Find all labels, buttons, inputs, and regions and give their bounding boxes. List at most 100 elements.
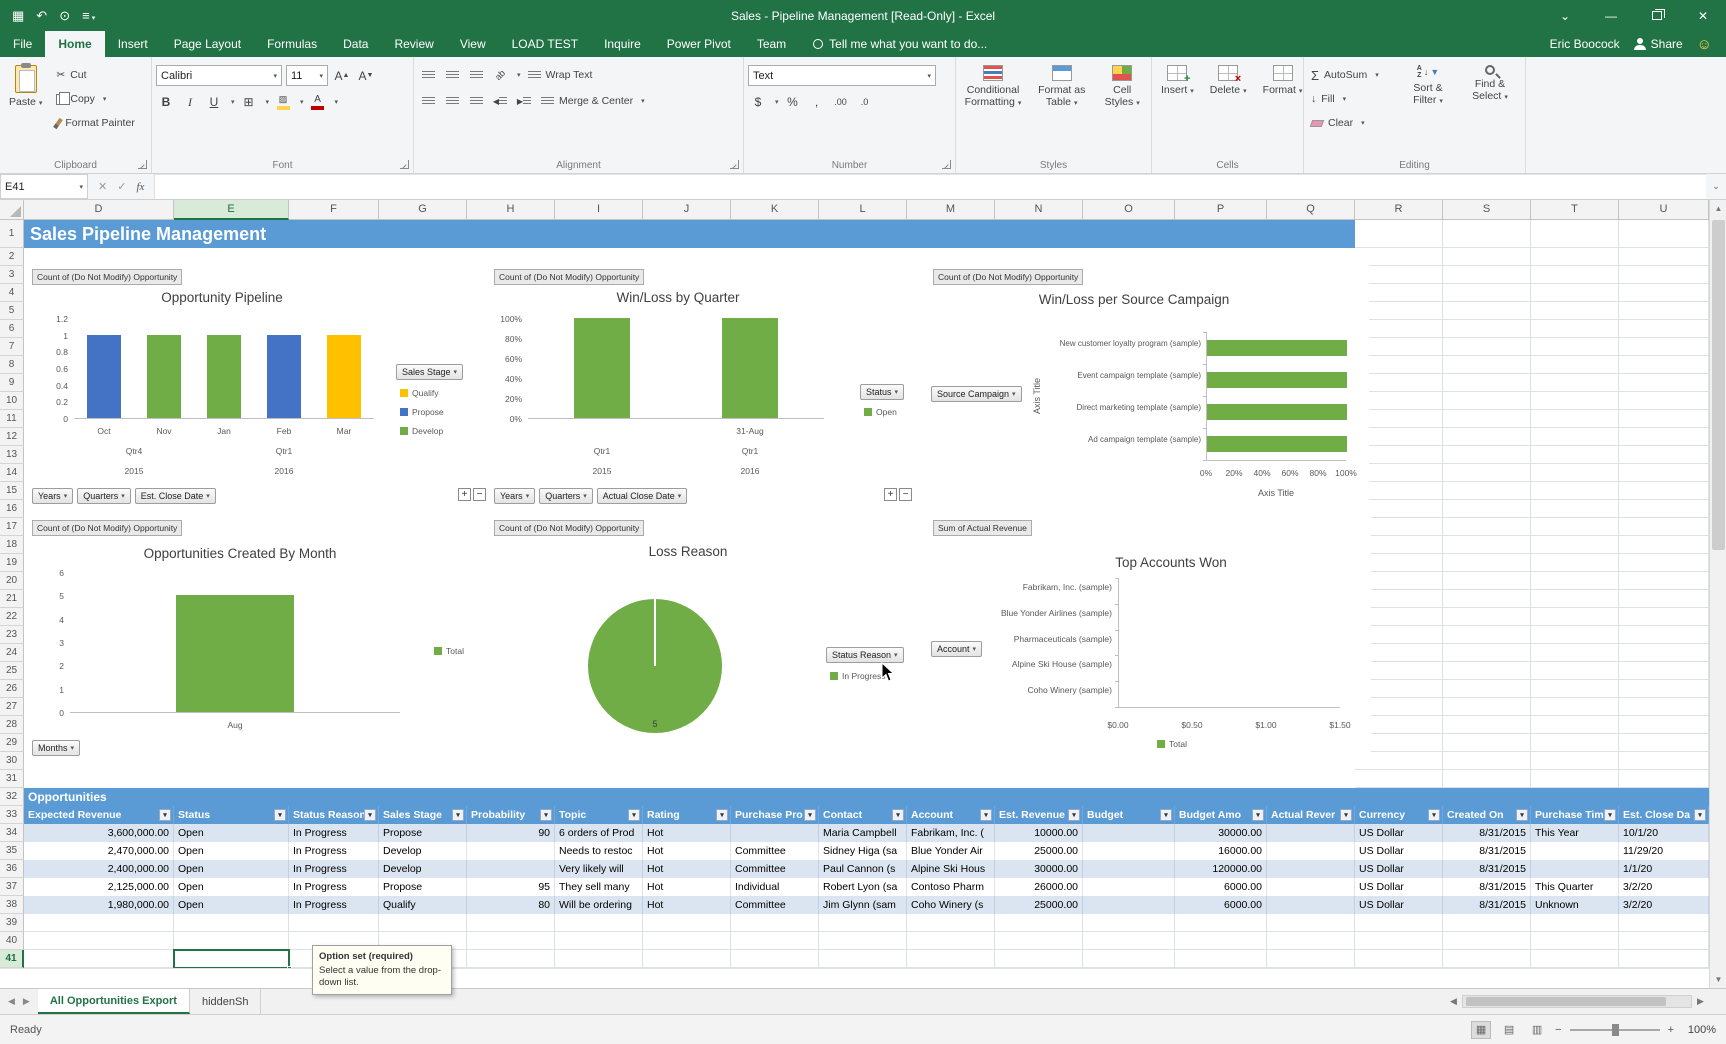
filter-icon[interactable]: ▾ [159, 809, 171, 821]
font-dialog-launcher[interactable] [400, 160, 409, 169]
field-button-account[interactable]: Account▾ [931, 641, 982, 657]
column-header-D[interactable]: D [24, 200, 174, 220]
table-cell[interactable] [1083, 842, 1175, 860]
restore-icon[interactable] [1634, 0, 1680, 31]
filter-icon[interactable]: ▾ [1604, 809, 1616, 821]
filter-icon[interactable]: ▾ [1252, 809, 1264, 821]
table-cell[interactable]: 2,125,000.00 [24, 878, 174, 896]
legend-field-button-sales-stage[interactable]: Sales Stage▾ [396, 364, 463, 380]
table-cell[interactable]: US Dollar [1355, 824, 1443, 842]
ribbon-display-options-icon[interactable]: ⌄ [1542, 0, 1588, 31]
format-painter-button[interactable]: Format Painter [53, 113, 137, 133]
table-cell[interactable]: Committee [731, 896, 819, 914]
row-header-40[interactable]: 40 [0, 932, 24, 950]
align-center-icon[interactable] [442, 91, 462, 111]
pivot-value-button[interactable]: Count of (Do Not Modify) Opportunity [32, 520, 182, 536]
clipboard-dialog-launcher[interactable] [138, 160, 147, 169]
excel-logo-icon[interactable]: ▦ [12, 8, 24, 24]
cut-button[interactable]: ✂Cut [53, 65, 137, 85]
table-cell[interactable]: 10/1/20 [1619, 824, 1709, 842]
row-header-8[interactable]: 8 [0, 356, 24, 374]
close-icon[interactable]: ✕ [1680, 0, 1726, 31]
table-cell[interactable]: 6000.00 [1175, 896, 1267, 914]
column-header-R[interactable]: R [1355, 200, 1443, 220]
sort-filter-button[interactable]: AZ↓▼ Sort & Filter▾ [1400, 61, 1456, 155]
tab-data[interactable]: Data [330, 31, 381, 57]
field-button-est-close-date[interactable]: Est. Close Date▾ [135, 488, 216, 504]
tab-inquire[interactable]: Inquire [591, 31, 654, 57]
row-header-36[interactable]: 36 [0, 860, 24, 878]
table-cell[interactable]: 3,600,000.00 [24, 824, 174, 842]
italic-button[interactable]: I [180, 92, 200, 112]
comma-style-icon[interactable]: , [807, 92, 827, 112]
table-cell[interactable]: 8/31/2015 [1443, 860, 1531, 878]
table-cell[interactable] [1267, 842, 1355, 860]
font-color-icon[interactable]: A [308, 92, 328, 112]
increase-font-size-icon[interactable]: A▲ [332, 66, 352, 86]
table-cell[interactable]: Coho Winery (s [907, 896, 995, 914]
table-cell[interactable]: Robert Lyon (sa [819, 878, 907, 896]
table-cell[interactable]: 30000.00 [995, 860, 1083, 878]
format-cells-button[interactable]: Format▾ [1258, 61, 1308, 155]
normal-view-button[interactable]: ▦ [1471, 1021, 1491, 1039]
table-cell[interactable] [1267, 824, 1355, 842]
row-header-20[interactable]: 20 [0, 572, 24, 590]
table-cell[interactable]: Hot [643, 896, 731, 914]
table-cell[interactable]: Needs to restoc [555, 842, 643, 860]
row-header-26[interactable]: 26 [0, 680, 24, 698]
filter-icon[interactable]: ▾ [1160, 809, 1172, 821]
insert-function-icon[interactable]: fx [136, 181, 144, 193]
row-header-29[interactable]: 29 [0, 734, 24, 752]
sheet-tab-all-opportunities-export[interactable]: All Opportunities Export [38, 989, 190, 1014]
table-cell[interactable] [467, 842, 555, 860]
table-cell[interactable]: Develop [379, 860, 467, 878]
column-header-T[interactable]: T [1531, 200, 1619, 220]
table-cell[interactable]: US Dollar [1355, 896, 1443, 914]
scroll-up-icon[interactable]: ▲ [1710, 200, 1726, 217]
table-cell[interactable] [1267, 878, 1355, 896]
pivot-value-button[interactable]: Count of (Do Not Modify) Opportunity [494, 520, 644, 536]
filter-icon[interactable]: ▾ [1340, 809, 1352, 821]
feedback-smiley-icon[interactable]: ☺ [1697, 36, 1712, 53]
row-header-17[interactable]: 17 [0, 518, 24, 536]
tab-review[interactable]: Review [381, 31, 446, 57]
delete-cells-button[interactable]: × Delete▾ [1205, 61, 1252, 155]
column-header-J[interactable]: J [643, 200, 731, 220]
filter-icon[interactable]: ▾ [716, 809, 728, 821]
align-bottom-icon[interactable] [466, 65, 486, 85]
table-cell[interactable]: 8/31/2015 [1443, 824, 1531, 842]
filter-icon[interactable]: ▾ [540, 809, 552, 821]
formula-input[interactable] [155, 174, 1706, 199]
table-cell[interactable]: 95 [467, 878, 555, 896]
table-cell[interactable]: Open [174, 860, 289, 878]
tab-load-test[interactable]: LOAD TEST [499, 31, 591, 57]
fill-button[interactable]: ↓Fill▾ [1308, 89, 1394, 109]
table-cell[interactable]: 30000.00 [1175, 824, 1267, 842]
tab-insert[interactable]: Insert [105, 31, 161, 57]
table-cell[interactable]: 6 orders of Prod [555, 824, 643, 842]
number-dialog-launcher[interactable] [942, 160, 951, 169]
paste-button[interactable]: Paste▾ [4, 61, 47, 155]
decrease-decimal-icon[interactable]: .0 [855, 92, 875, 112]
table-cell[interactable]: In Progress [289, 824, 379, 842]
row-header-16[interactable]: 16 [0, 500, 24, 518]
row-header-23[interactable]: 23 [0, 626, 24, 644]
filter-icon[interactable]: ▾ [892, 809, 904, 821]
legend-field-button-status-reason[interactable]: Status Reason▾ [826, 647, 904, 663]
font-size-combo[interactable]: 11▾ [286, 65, 328, 86]
table-cell[interactable]: This Year [1531, 824, 1619, 842]
column-header-K[interactable]: K [731, 200, 819, 220]
table-cell[interactable] [1531, 842, 1619, 860]
table-cell[interactable]: In Progress [289, 860, 379, 878]
table-cell[interactable] [1083, 860, 1175, 878]
decrease-font-size-icon[interactable]: A▼ [356, 66, 376, 86]
horizontal-scrollbar[interactable]: ◀ ▶ [1445, 988, 1709, 1014]
table-cell[interactable] [1267, 860, 1355, 878]
page-break-view-button[interactable]: ▥ [1527, 1021, 1547, 1039]
column-header-H[interactable]: H [467, 200, 555, 220]
row-header-7[interactable]: 7 [0, 338, 24, 356]
table-cell[interactable]: 26000.00 [995, 878, 1083, 896]
underline-dropdown-icon[interactable]: ▾ [231, 98, 235, 106]
table-cell[interactable]: Very likely will [555, 860, 643, 878]
scroll-left-icon[interactable]: ◀ [1445, 996, 1462, 1007]
